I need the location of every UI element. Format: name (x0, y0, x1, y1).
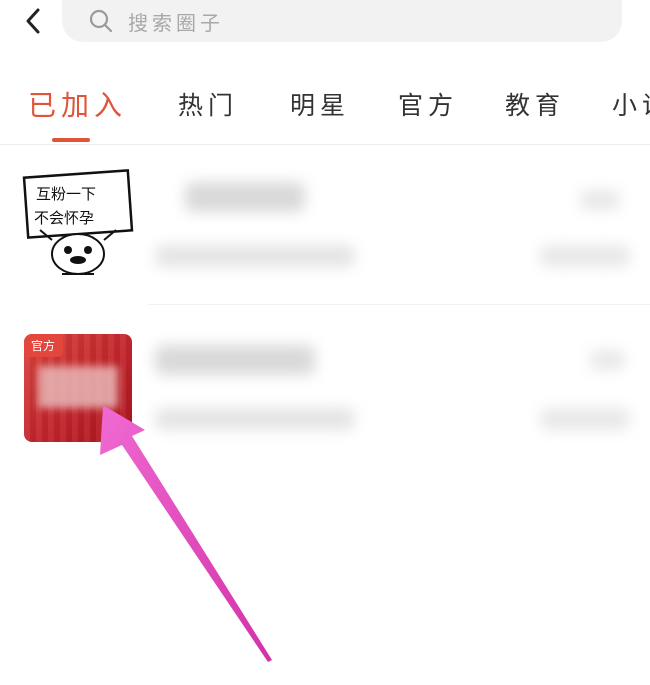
active-tab-indicator (52, 138, 90, 142)
blurred-meta (540, 408, 630, 430)
search-icon (89, 9, 113, 33)
blurred-meta (540, 245, 630, 267)
mosaic-blur (38, 366, 118, 408)
blurred-meta (580, 190, 620, 210)
list-item[interactable]: 互粉一下 不会怀孕 (0, 160, 650, 305)
official-badge: 官方 (24, 334, 64, 357)
divider (148, 304, 650, 305)
tab-education[interactable]: 教育 (505, 86, 565, 122)
tab-joined[interactable]: 已加入 (28, 84, 127, 124)
blurred-title (185, 182, 305, 212)
blurred-subtitle (155, 245, 355, 267)
tab-hot[interactable]: 热门 (178, 86, 238, 122)
tab-stars[interactable]: 明星 (290, 86, 350, 122)
search-input[interactable]: 搜索圈子 (62, 0, 622, 42)
blurred-title (155, 345, 315, 375)
blurred-meta (590, 350, 625, 370)
category-tabs: 已加入 热门 明星 官方 教育 小说 (0, 82, 650, 145)
meme-text-1: 互粉一下 (36, 185, 96, 203)
search-placeholder: 搜索圈子 (128, 10, 224, 35)
meme-avatar: 互粉一下 不会怀孕 (22, 169, 134, 275)
blurred-subtitle (155, 408, 355, 430)
tab-novel[interactable]: 小说 (612, 86, 650, 122)
back-chevron-icon[interactable] (18, 4, 52, 38)
tab-official[interactable]: 官方 (398, 86, 458, 122)
meme-text-2: 不会怀孕 (34, 209, 94, 227)
top-bar: 搜索圈子 (0, 0, 650, 62)
official-circle-avatar[interactable]: 官方 (24, 334, 132, 442)
